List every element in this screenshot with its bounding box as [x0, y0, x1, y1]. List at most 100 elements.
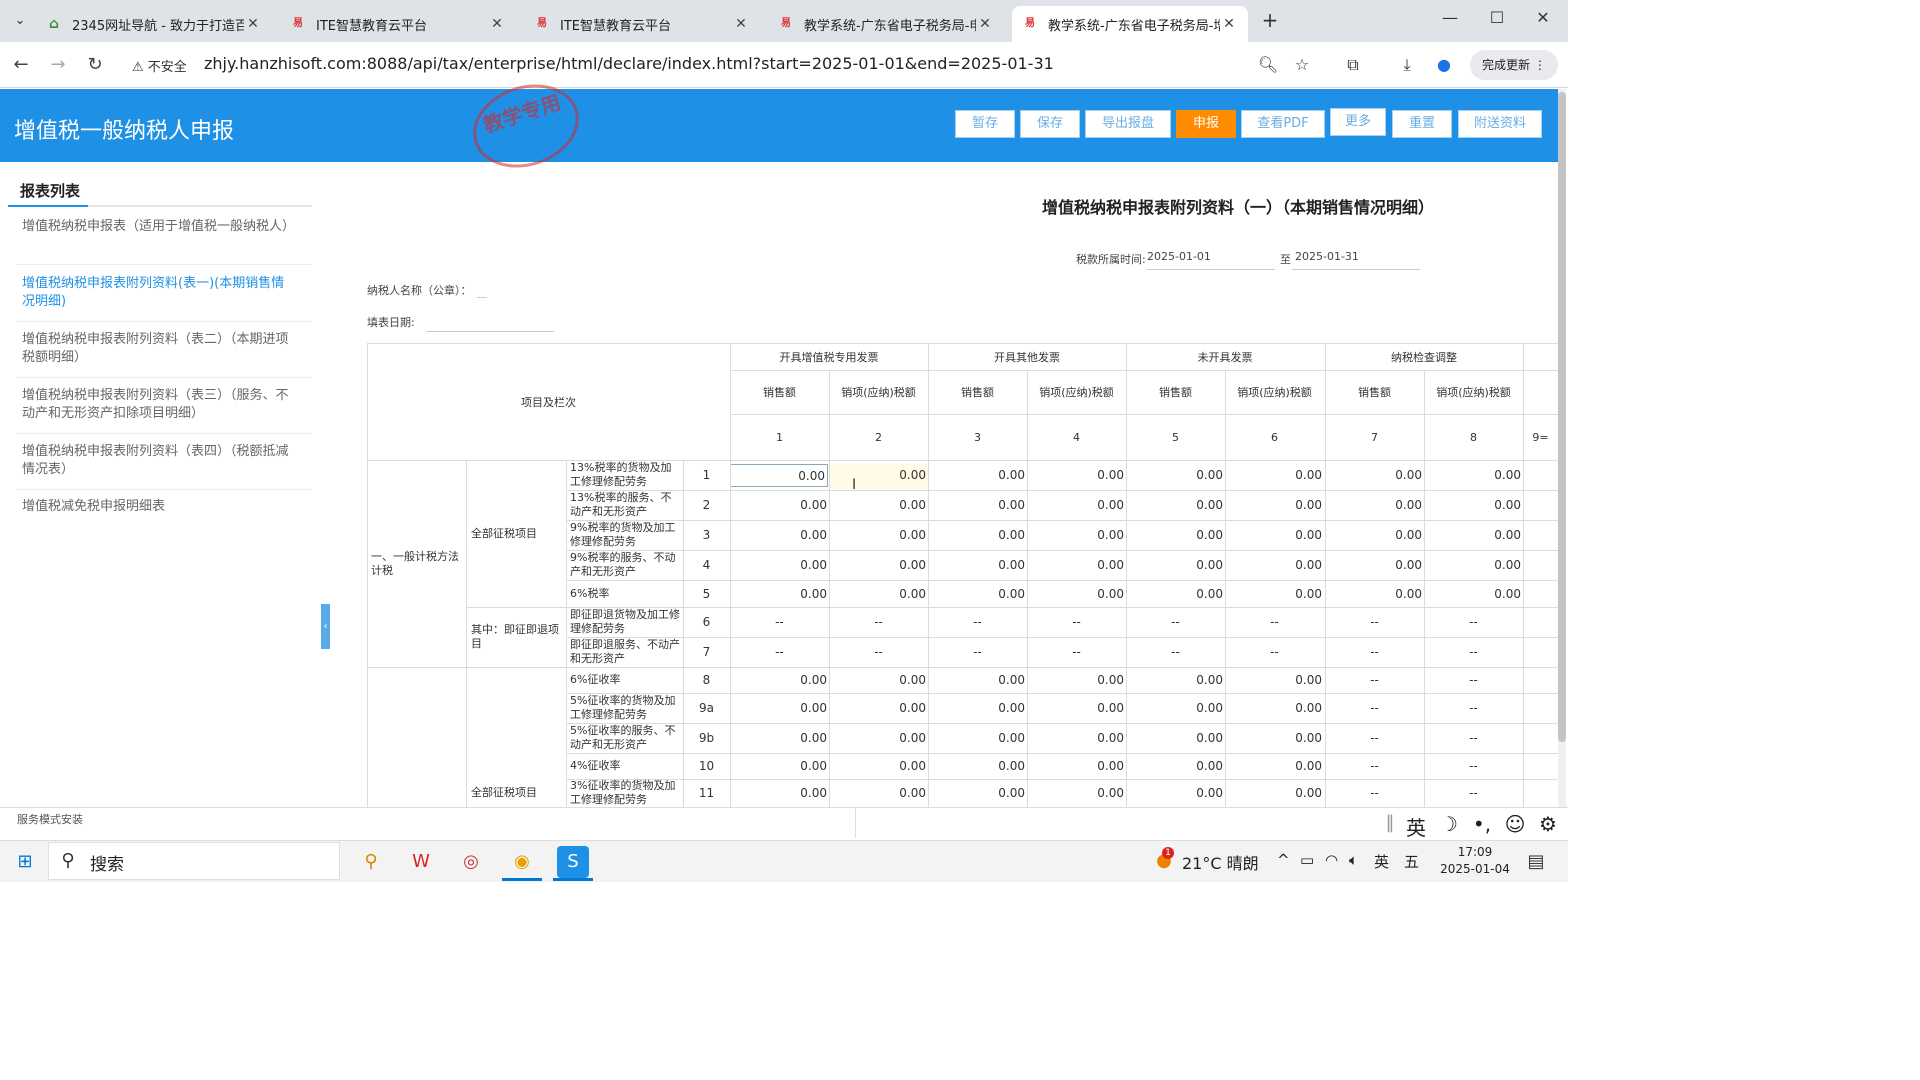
table-cell[interactable]: 0.00	[829, 753, 928, 779]
tab-close-icon[interactable]: ✕	[976, 16, 994, 32]
view-pdf-button[interactable]: 查看PDF	[1241, 110, 1325, 138]
sidebar-item[interactable]: 增值税减免税申报明细表	[22, 498, 292, 516]
table-cell[interactable]: 0.00	[1126, 693, 1225, 723]
table-cell[interactable]: 0.00	[1225, 753, 1324, 779]
minimize-button[interactable]: —	[1436, 8, 1464, 27]
table-cell[interactable]: 0.00	[730, 723, 829, 753]
table-cell[interactable]: 0.00	[928, 580, 1027, 607]
battery-icon[interactable]: ▭	[1300, 851, 1314, 869]
tray-language[interactable]: 英	[1374, 851, 1389, 872]
ime-moon-icon[interactable]: ☽	[1435, 812, 1463, 836]
table-cell[interactable]: 0.00	[829, 667, 928, 693]
volume-icon[interactable]: 🔈︎	[1349, 851, 1358, 869]
table-cell[interactable]: 0.00	[730, 490, 829, 520]
wps-icon[interactable]: W	[405, 846, 437, 878]
active-cell-input[interactable]: 0.00	[730, 464, 828, 487]
sidebar-item[interactable]: 增值税纳税申报表附列资料（表三）（服务、不动产和无形资产扣除项目明细）	[22, 387, 292, 423]
ime-punctuation-icon[interactable]: •,	[1468, 812, 1496, 836]
save-button[interactable]: 保存	[1020, 110, 1080, 138]
table-cell[interactable]: 0.00	[1225, 460, 1324, 490]
table-cell[interactable]: 0.00	[1027, 550, 1126, 580]
table-cell[interactable]: 0.00	[1027, 460, 1126, 490]
table-cell[interactable]: 0.00	[1225, 520, 1324, 550]
ime-language-icon[interactable]: 英	[1402, 812, 1430, 841]
table-cell[interactable]: 0.00	[1027, 693, 1126, 723]
tray-chevron-icon[interactable]: ^	[1277, 851, 1290, 869]
table-cell[interactable]: 0.00	[1225, 550, 1324, 580]
zoom-icon[interactable]: 🔍︎	[1256, 53, 1280, 77]
colorful-app-icon[interactable]: ◎	[455, 846, 487, 878]
table-cell[interactable]: 0.00	[730, 550, 829, 580]
taxpayer-field[interactable]	[477, 282, 487, 298]
table-cell[interactable]: 0.00	[1225, 490, 1324, 520]
table-cell[interactable]: 0.00	[1126, 550, 1225, 580]
table-cell[interactable]: 0.00	[1027, 580, 1126, 607]
extensions-icon[interactable]: ⧉	[1341, 53, 1365, 77]
table-cell[interactable]: 0.00	[1325, 580, 1424, 607]
table-cell[interactable]: 0.00	[1126, 723, 1225, 753]
table-cell[interactable]: 0.00	[1027, 667, 1126, 693]
collapse-sidebar-handle[interactable]: ‹	[321, 604, 330, 649]
table-cell[interactable]: 0.00	[1424, 520, 1523, 550]
tab-close-icon[interactable]: ✕	[1220, 16, 1238, 32]
table-cell[interactable]: 0.00	[1325, 520, 1424, 550]
table-cell[interactable]: 0.00	[1027, 779, 1126, 807]
table-cell[interactable]: 0.00	[928, 490, 1027, 520]
export-button[interactable]: 导出报盘	[1085, 110, 1171, 138]
table-cell[interactable]: 0.00	[829, 779, 928, 807]
table-cell[interactable]: 0.00	[1027, 520, 1126, 550]
table-cell[interactable]: 0.00	[1027, 753, 1126, 779]
wifi-icon[interactable]: ◠	[1325, 851, 1338, 869]
table-cell[interactable]: 0.00	[829, 723, 928, 753]
table-cell[interactable]: 0.00	[1225, 723, 1324, 753]
browser-tab[interactable]: 易 ITE智慧教育云平台 ✕	[280, 6, 516, 42]
table-cell[interactable]: 0.00	[928, 460, 1027, 490]
attachments-button[interactable]: 附送资料	[1458, 110, 1542, 138]
table-cell[interactable]: 0.00	[1424, 490, 1523, 520]
insecure-indicator[interactable]: ⚠ 不安全	[132, 56, 187, 75]
table-cell[interactable]: 0.00	[1325, 490, 1424, 520]
table-cell[interactable]: 0.00	[730, 580, 829, 607]
chrome-icon[interactable]: ◉	[506, 846, 538, 878]
table-cell[interactable]: 0.00	[730, 667, 829, 693]
table-cell[interactable]: 0.00	[829, 693, 928, 723]
table-cell[interactable]: 0.00	[928, 693, 1027, 723]
browser-tab[interactable]: ⌂ 2345网址导航 - 致力于打造百年 ✕	[36, 6, 272, 42]
table-cell[interactable]: 0.00	[1126, 490, 1225, 520]
update-button[interactable]: 完成更新 ⋮	[1470, 50, 1558, 80]
browser-tab[interactable]: 易 教学系统-广东省电子税务局-增 ✕	[1012, 6, 1248, 42]
table-cell[interactable]: 0.00	[829, 460, 928, 490]
notification-icon[interactable]: ▤	[1520, 846, 1552, 878]
browser-tab[interactable]: 易 教学系统-广东省电子税务局-申 ✕	[768, 6, 1004, 42]
taskbar-clock[interactable]: 17:09 2025-01-04	[1440, 844, 1510, 878]
windows-start-icon[interactable]: ⊞	[9, 846, 41, 878]
table-cell[interactable]: 0.00	[1027, 490, 1126, 520]
table-cell[interactable]: 0.00	[730, 753, 829, 779]
table-cell[interactable]: 0.00	[730, 693, 829, 723]
table-cell[interactable]: 0.00	[1225, 580, 1324, 607]
download-icon[interactable]: ⤓	[1395, 53, 1419, 77]
declare-button[interactable]: 申报	[1176, 110, 1236, 138]
table-cell[interactable]: 0.00	[928, 753, 1027, 779]
table-cell[interactable]: 0.00	[1126, 520, 1225, 550]
table-cell[interactable]: 0.00	[829, 580, 928, 607]
browser-tab[interactable]: 易 ITE智慧教育云平台 ✕	[524, 6, 760, 42]
sidebar-item[interactable]: 增值税纳税申报表附列资料（表四）（税额抵减情况表）	[22, 443, 292, 479]
table-cell[interactable]: 0.00	[1424, 580, 1523, 607]
table-cell[interactable]: 0.00	[829, 520, 928, 550]
table-cell[interactable]: 0.00	[829, 490, 928, 520]
table-cell[interactable]: 0.00	[1225, 779, 1324, 807]
bookmark-star-icon[interactable]: ☆	[1290, 53, 1314, 77]
table-cell[interactable]: 0.00	[1126, 779, 1225, 807]
table-cell[interactable]: 0.00	[1126, 753, 1225, 779]
table-cell[interactable]: 0.00	[1325, 460, 1424, 490]
fill-date-field[interactable]	[426, 312, 554, 332]
more-button[interactable]: 更多	[1330, 108, 1386, 136]
table-cell[interactable]: 0.00	[928, 779, 1027, 807]
tax-app-icon[interactable]: S	[557, 846, 589, 878]
table-cell[interactable]: 0.00	[1126, 667, 1225, 693]
period-end-field[interactable]: 2025-01-31	[1292, 250, 1420, 270]
sidebar-item[interactable]: 增值税纳税申报表（适用于增值税一般纳税人）	[22, 218, 295, 236]
ime-settings-icon[interactable]: ⚙	[1534, 812, 1562, 836]
save-draft-button[interactable]: 暂存	[955, 110, 1015, 138]
